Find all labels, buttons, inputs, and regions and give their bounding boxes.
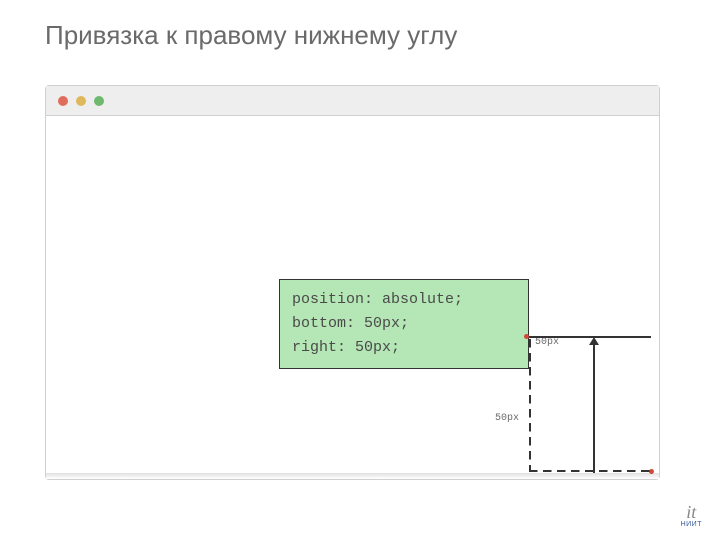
css-line: position: absolute; bbox=[292, 288, 516, 312]
browser-viewport: position: absolute; bottom: 50px; right:… bbox=[46, 116, 659, 479]
right-offset-label: 50px bbox=[535, 337, 559, 348]
offset-diagram: 50px 50px bbox=[479, 329, 659, 479]
bottom-offset-label: 50px bbox=[495, 413, 519, 424]
maximize-icon bbox=[94, 96, 104, 106]
footer-logo: it НИИТ bbox=[681, 503, 702, 528]
logo-symbol: it bbox=[681, 503, 702, 521]
browser-titlebar bbox=[46, 86, 659, 116]
dashed-guide-vertical bbox=[529, 339, 531, 471]
slide-title: Привязка к правому нижнему углу bbox=[45, 20, 457, 51]
minimize-icon bbox=[76, 96, 86, 106]
dashed-guide-horizontal bbox=[529, 470, 651, 472]
close-icon bbox=[58, 96, 68, 106]
arrow-up-icon bbox=[593, 339, 595, 473]
browser-window: position: absolute; bottom: 50px; right:… bbox=[45, 85, 660, 480]
logo-text: НИИТ bbox=[681, 521, 702, 528]
